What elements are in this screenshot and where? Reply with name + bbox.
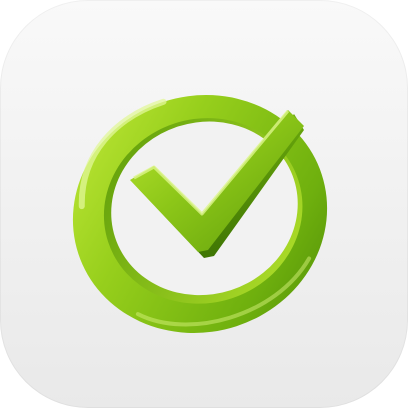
app-icon[interactable] xyxy=(0,0,408,408)
checkmark-circle-icon xyxy=(72,95,328,333)
